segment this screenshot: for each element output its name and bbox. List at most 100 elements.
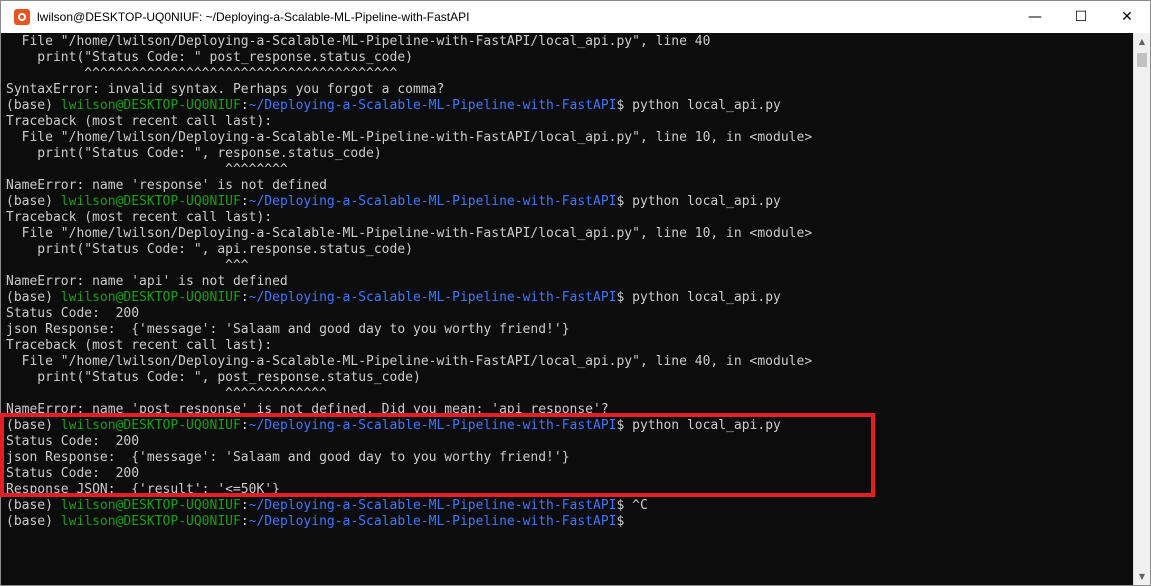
terminal-line: (base) lwilson@DESKTOP-UQ0NIUF:~/Deployi… bbox=[6, 98, 812, 114]
terminal-text: $ bbox=[616, 514, 625, 529]
terminal-text: $ python local_api.py bbox=[616, 194, 781, 209]
terminal-text: NameError: name 'response' is not define… bbox=[6, 178, 327, 193]
terminal-line: ^^^ bbox=[6, 258, 812, 274]
terminal-text: (base) bbox=[6, 418, 61, 433]
window-controls: — ☐ ✕ bbox=[1012, 1, 1150, 33]
terminal-line: File "/home/lwilson/Deploying-a-Scalable… bbox=[6, 34, 812, 50]
terminal-text: (base) bbox=[6, 498, 61, 513]
terminal-line: print("Status Code: " post_response.stat… bbox=[6, 50, 812, 66]
terminal-line: Traceback (most recent call last): bbox=[6, 210, 812, 226]
terminal-line: (base) lwilson@DESKTOP-UQ0NIUF:~/Deployi… bbox=[6, 418, 812, 434]
terminal-line: ^^^^^^^^^^^^^ bbox=[6, 386, 812, 402]
terminal-text: : bbox=[240, 98, 249, 113]
prompt-user-host: lwilson@DESKTOP-UQ0NIUF bbox=[60, 514, 241, 529]
terminal-text: Status Code: 200 bbox=[6, 466, 140, 481]
scroll-thumb[interactable] bbox=[1137, 53, 1147, 67]
terminal-text: print("Status Code: ", response.status_c… bbox=[6, 146, 382, 161]
maximize-button[interactable]: ☐ bbox=[1058, 1, 1104, 33]
terminal-text: (base) bbox=[6, 514, 61, 529]
terminal-output[interactable]: File "/home/lwilson/Deploying-a-Scalable… bbox=[1, 33, 1134, 585]
vertical-scrollbar[interactable]: ▲ ▼ bbox=[1133, 33, 1150, 585]
close-button[interactable]: ✕ bbox=[1104, 1, 1150, 33]
terminal-text: : bbox=[240, 498, 249, 513]
terminal-text: : bbox=[240, 514, 249, 529]
terminal-text: $ ^C bbox=[616, 498, 648, 513]
terminal-text: json Response: {'message': 'Salaam and g… bbox=[6, 322, 570, 337]
terminal-text: $ python local_api.py bbox=[616, 290, 781, 305]
terminal-line: print("Status Code: ", api.response.stat… bbox=[6, 242, 812, 258]
prompt-path: ~/Deploying-a-Scalable-ML-Pipeline-with-… bbox=[248, 98, 617, 113]
terminal-text: SyntaxError: invalid syntax. Perhaps you… bbox=[6, 82, 445, 97]
scroll-up-arrow-icon[interactable]: ▲ bbox=[1134, 33, 1150, 50]
terminal-text: : bbox=[240, 418, 249, 433]
terminal-line: json Response: {'message': 'Salaam and g… bbox=[6, 450, 812, 466]
terminal-text: ^^^^^^^^^^^^^^^^^^^^^^^^^^^^^^^^^^^^^^^^ bbox=[6, 66, 398, 81]
terminal-line: NameError: name 'response' is not define… bbox=[6, 178, 812, 194]
terminal-text: ^^^^^^^^^^^^^ bbox=[6, 386, 327, 401]
terminal-line: Status Code: 200 bbox=[6, 466, 812, 482]
terminal-text: File "/home/lwilson/Deploying-a-Scalable… bbox=[6, 354, 813, 369]
terminal-text: Status Code: 200 bbox=[6, 306, 140, 321]
terminal-text: Status Code: 200 bbox=[6, 434, 140, 449]
terminal-text: (base) bbox=[6, 290, 61, 305]
terminal-line: (base) lwilson@DESKTOP-UQ0NIUF:~/Deployi… bbox=[6, 194, 812, 210]
terminal-line: ^^^^^^^^^^^^^^^^^^^^^^^^^^^^^^^^^^^^^^^^ bbox=[6, 66, 812, 82]
terminal-line: (base) lwilson@DESKTOP-UQ0NIUF:~/Deployi… bbox=[6, 498, 812, 514]
terminal-line: json Response: {'message': 'Salaam and g… bbox=[6, 322, 812, 338]
terminal-line: File "/home/lwilson/Deploying-a-Scalable… bbox=[6, 226, 813, 242]
terminal-text: (base) bbox=[6, 194, 61, 209]
terminal-text: Traceback (most recent call last): bbox=[6, 338, 273, 353]
terminal-text: ^^^ bbox=[6, 258, 249, 273]
terminal-line: ^^^^^^^^ bbox=[6, 162, 812, 178]
terminal-text: json Response: {'message': 'Salaam and g… bbox=[6, 450, 570, 465]
prompt-user-host: lwilson@DESKTOP-UQ0NIUF bbox=[60, 194, 241, 209]
terminal-text: NameError: name 'api' is not defined bbox=[6, 274, 288, 289]
prompt-path: ~/Deploying-a-Scalable-ML-Pipeline-with-… bbox=[248, 194, 617, 209]
terminal-text: File "/home/lwilson/Deploying-a-Scalable… bbox=[6, 130, 813, 145]
terminal-text: print("Status Code: ", post_response.sta… bbox=[6, 370, 421, 385]
terminal-line: NameError: name 'api' is not defined bbox=[6, 274, 812, 290]
terminal-line: NameError: name 'post_response' is not d… bbox=[6, 402, 812, 418]
terminal-text: $ python local_api.py bbox=[616, 418, 781, 433]
terminal-line: print("Status Code: ", response.status_c… bbox=[6, 146, 812, 162]
terminal-line: File "/home/lwilson/Deploying-a-Scalable… bbox=[6, 354, 813, 370]
prompt-path: ~/Deploying-a-Scalable-ML-Pipeline-with-… bbox=[248, 418, 617, 433]
terminal-text: Traceback (most recent call last): bbox=[6, 210, 273, 225]
terminal-text: $ python local_api.py bbox=[616, 98, 781, 113]
terminal-line: File "/home/lwilson/Deploying-a-Scalable… bbox=[6, 130, 813, 146]
prompt-path: ~/Deploying-a-Scalable-ML-Pipeline-with-… bbox=[248, 290, 617, 305]
terminal-line: (base) lwilson@DESKTOP-UQ0NIUF:~/Deployi… bbox=[6, 290, 812, 306]
terminal-line: Traceback (most recent call last): bbox=[6, 114, 812, 130]
minimize-button[interactable]: — bbox=[1012, 1, 1058, 33]
window-title: lwilson@DESKTOP-UQ0NIUF: ~/Deploying-a-S… bbox=[37, 10, 470, 24]
prompt-path: ~/Deploying-a-Scalable-ML-Pipeline-with-… bbox=[248, 514, 617, 529]
terminal-line: print("Status Code: ", post_response.sta… bbox=[6, 370, 812, 386]
terminal-text: print("Status Code: " post_response.stat… bbox=[6, 50, 413, 65]
terminal-text: Traceback (most recent call last): bbox=[6, 114, 273, 129]
terminal-lines: File "/home/lwilson/Deploying-a-Scalable… bbox=[6, 34, 812, 530]
prompt-user-host: lwilson@DESKTOP-UQ0NIUF bbox=[60, 290, 241, 305]
terminal-window: lwilson@DESKTOP-UQ0NIUF: ~/Deploying-a-S… bbox=[0, 0, 1151, 586]
terminal-text: print("Status Code: ", api.response.stat… bbox=[6, 242, 413, 257]
prompt-path: ~/Deploying-a-Scalable-ML-Pipeline-with-… bbox=[248, 498, 617, 513]
terminal-line: Traceback (most recent call last): bbox=[6, 338, 812, 354]
terminal-line: Status Code: 200 bbox=[6, 434, 812, 450]
prompt-user-host: lwilson@DESKTOP-UQ0NIUF bbox=[60, 498, 241, 513]
title-bar[interactable]: lwilson@DESKTOP-UQ0NIUF: ~/Deploying-a-S… bbox=[1, 1, 1150, 33]
ubuntu-icon bbox=[14, 9, 30, 25]
scroll-down-arrow-icon[interactable]: ▼ bbox=[1134, 568, 1150, 585]
prompt-user-host: lwilson@DESKTOP-UQ0NIUF bbox=[60, 98, 241, 113]
prompt-user-host: lwilson@DESKTOP-UQ0NIUF bbox=[60, 418, 241, 433]
terminal-line: Status Code: 200 bbox=[6, 306, 812, 322]
terminal-line: (base) lwilson@DESKTOP-UQ0NIUF:~/Deployi… bbox=[6, 514, 812, 530]
terminal-text: : bbox=[240, 290, 249, 305]
terminal-text: NameError: name 'post_response' is not d… bbox=[6, 402, 609, 417]
terminal-text: File "/home/lwilson/Deploying-a-Scalable… bbox=[6, 226, 813, 241]
terminal-text: (base) bbox=[6, 98, 61, 113]
terminal-text: : bbox=[240, 194, 249, 209]
terminal-text: ^^^^^^^^ bbox=[6, 162, 288, 177]
terminal-text: Response JSON: {'result': '<=50K'} bbox=[6, 482, 280, 497]
terminal-text: File "/home/lwilson/Deploying-a-Scalable… bbox=[6, 34, 711, 49]
terminal-line: SyntaxError: invalid syntax. Perhaps you… bbox=[6, 82, 812, 98]
terminal-line: Response JSON: {'result': '<=50K'} bbox=[6, 482, 812, 498]
